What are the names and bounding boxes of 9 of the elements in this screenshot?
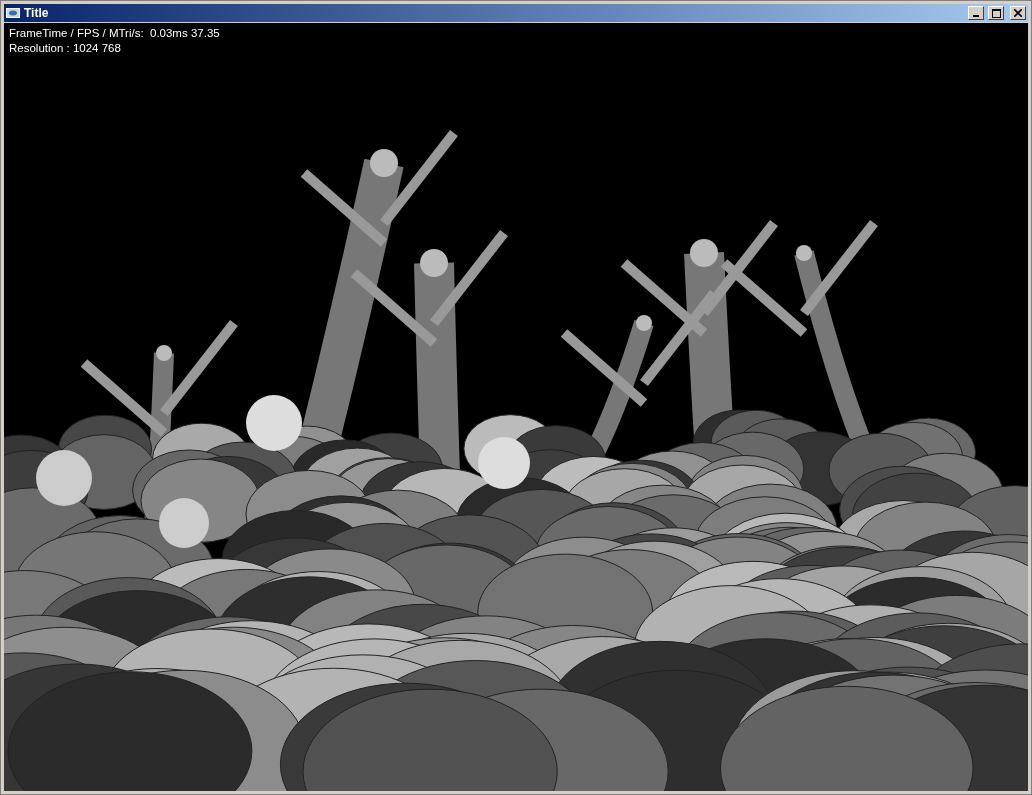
maximize-icon bbox=[991, 8, 1001, 18]
close-icon bbox=[1014, 9, 1022, 17]
stats-text: Resolution : 1024 768 bbox=[9, 41, 122, 56]
window-title: Title bbox=[24, 6, 50, 20]
stats-text: FrameTime / FPS / MTri/s: 0.03ms 37.35 bbox=[9, 26, 220, 41]
minimize-button[interactable] bbox=[968, 6, 984, 20]
maximize-button[interactable] bbox=[988, 6, 1004, 20]
close-button[interactable] bbox=[1010, 6, 1026, 20]
app-icon bbox=[6, 8, 20, 18]
